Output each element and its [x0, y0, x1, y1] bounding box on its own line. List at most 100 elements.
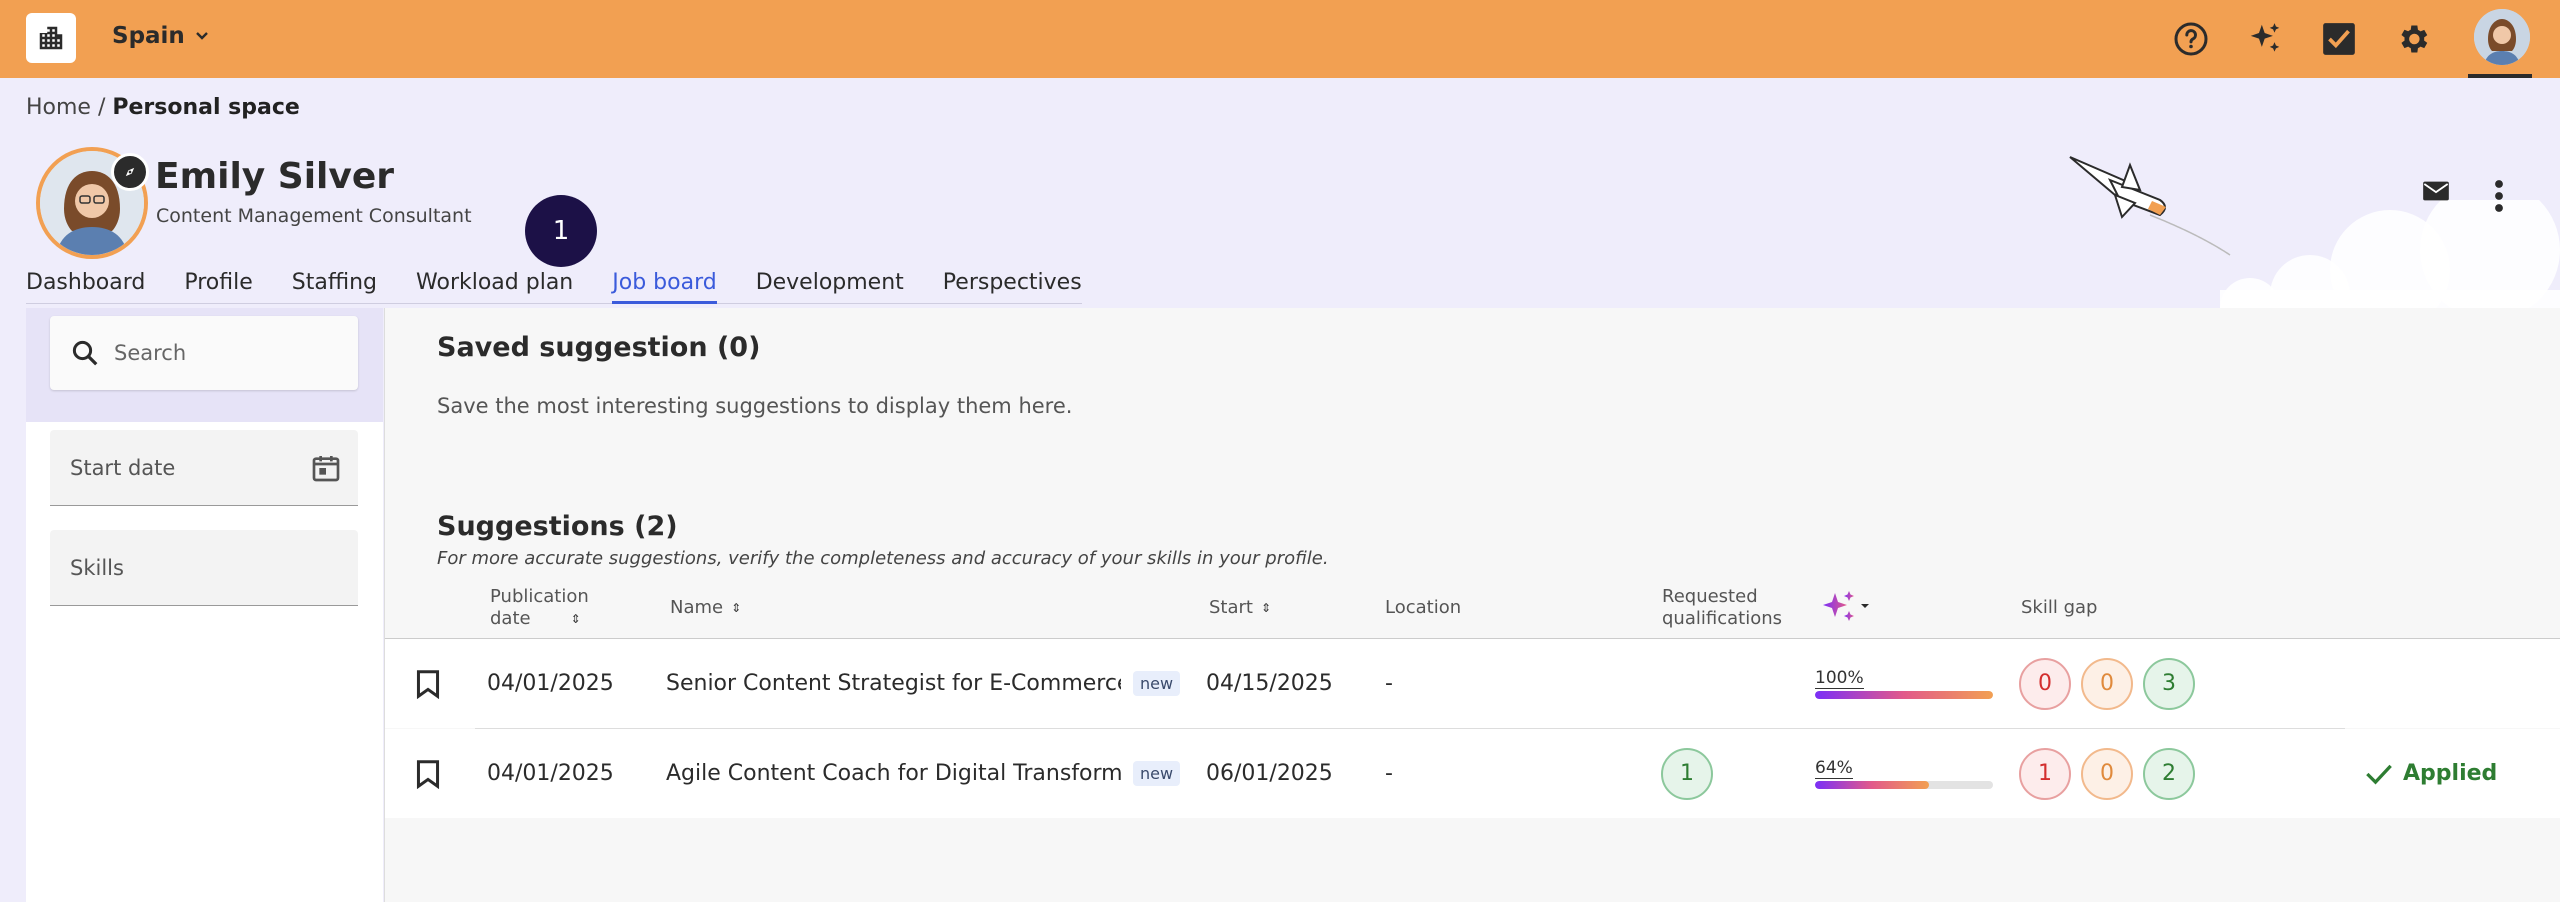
more-options-icon[interactable]	[2492, 178, 2506, 218]
start-date-label: Start date	[70, 455, 176, 480]
suggestions-note: For more accurate suggestions, verify th…	[437, 548, 1329, 569]
requested-qualifications-count[interactable]: 1	[1661, 747, 1713, 800]
top-bar: Spain	[0, 0, 2560, 78]
suggestions-title: Suggestions (2)	[437, 511, 678, 542]
breadcrumb-home[interactable]: Home	[26, 95, 91, 120]
breadcrumb-current: Personal space	[112, 95, 300, 120]
tab-workload-plan[interactable]: Workload plan	[416, 270, 573, 303]
help-icon[interactable]	[2169, 17, 2213, 61]
breadcrumb: Home / Personal space	[26, 95, 300, 120]
chevron-down-icon	[195, 32, 208, 40]
tab-staffing[interactable]: Staffing	[292, 270, 377, 303]
column-label: date	[490, 608, 531, 629]
skill-gap: 1 0 2	[2019, 729, 2195, 818]
person-name: Emily Silver	[155, 156, 395, 197]
match-bar-fill	[1815, 691, 1993, 699]
column-label: Skill gap	[2021, 597, 2098, 618]
applied-status: Applied	[2365, 729, 2497, 818]
skill-gap-matched[interactable]: 2	[2143, 747, 2195, 800]
applied-label: Applied	[2403, 761, 2498, 786]
gear-icon[interactable]	[2391, 17, 2435, 61]
tab-dashboard[interactable]: Dashboard	[26, 270, 145, 303]
job-name[interactable]: Agile Content Coach for Digital Transfor…	[666, 729, 1121, 818]
requested-qualifications: 1	[1661, 729, 1713, 818]
sparkle-match-icon	[1823, 591, 1869, 621]
location: -	[1385, 671, 1393, 696]
tab-profile[interactable]: Profile	[184, 270, 252, 303]
start-date: 06/01/2025	[1206, 761, 1333, 786]
match-score: 64%	[1815, 729, 1993, 818]
location: -	[1385, 761, 1393, 786]
mail-icon[interactable]	[2422, 180, 2450, 206]
skill-gap-partial[interactable]: 0	[2081, 657, 2133, 710]
clouds-illustration	[1930, 151, 2560, 338]
task-check-icon[interactable]	[2317, 17, 2361, 61]
job-board-content: Saved suggestion (0) Save the most inter…	[384, 308, 2560, 902]
match-bar-fill	[1815, 781, 1929, 789]
match-percent: 64%	[1815, 758, 1853, 779]
table-row[interactable]: 04/01/2025 Agile Content Coach for Digit…	[385, 729, 2560, 818]
column-skill-gap: Skill gap	[2021, 597, 2097, 619]
publication-date: 04/01/2025	[487, 671, 614, 696]
user-avatar[interactable]	[2474, 9, 2530, 65]
saved-suggestion-description: Save the most interesting suggestions to…	[437, 394, 1073, 418]
new-badge: new	[1133, 729, 1181, 818]
tab-perspectives[interactable]: Perspectives	[943, 270, 1082, 303]
job-name[interactable]: Senior Content Strategist for E-Commerce…	[666, 639, 1121, 728]
column-label: Publication	[490, 586, 589, 607]
tab-bar: Dashboard Profile Staffing Workload plan…	[26, 270, 1082, 304]
saved-suggestion-title: Saved suggestion (0)	[437, 332, 761, 363]
skill-gap-matched[interactable]: 3	[2143, 657, 2195, 710]
skills-field[interactable]: Skills	[50, 530, 358, 606]
match-percent: 100%	[1815, 668, 1864, 689]
check-icon	[2366, 764, 2392, 785]
search-icon	[72, 340, 98, 366]
new-badge-label: new	[1133, 671, 1181, 696]
notification-badge: 1	[525, 195, 597, 267]
column-label: Requested	[1662, 586, 1758, 607]
avatar-active-indicator	[2468, 74, 2532, 78]
match-score: 100%	[1815, 639, 1993, 728]
start-date-field[interactable]: Start date	[50, 430, 358, 506]
column-match-sort[interactable]	[1819, 587, 1875, 633]
column-label: Name	[670, 597, 724, 618]
breadcrumb-separator: /	[90, 95, 113, 120]
column-publication-date[interactable]: Publication date ⇕	[490, 586, 589, 630]
sparkle-icon[interactable]	[2243, 17, 2287, 61]
column-label: Location	[1385, 597, 1462, 618]
bookmark-icon[interactable]	[415, 639, 441, 728]
start-date: 04/15/2025	[1206, 671, 1333, 696]
filter-panel: Search Start date Skills	[26, 308, 383, 902]
calendar-icon[interactable]	[310, 452, 342, 484]
skill-gap: 0 0 3	[2019, 639, 2195, 728]
column-label: Start	[1209, 597, 1253, 618]
table-row[interactable]: 04/01/2025 Senior Content Strategist for…	[385, 639, 2560, 728]
column-requested-qualifications: Requested qualifications	[1662, 586, 1782, 630]
publication-date: 04/01/2025	[487, 761, 614, 786]
sort-icon: ⇕	[570, 612, 581, 626]
search-placeholder: Search	[114, 341, 187, 365]
column-location: Location	[1385, 597, 1461, 619]
match-bar	[1815, 781, 1993, 789]
buildings-logo-icon[interactable]	[26, 13, 76, 63]
tab-job-board[interactable]: Job board	[612, 270, 718, 304]
new-badge-label: new	[1133, 761, 1181, 786]
search-input[interactable]: Search	[50, 316, 358, 390]
skill-gap-missing[interactable]: 0	[2019, 657, 2071, 710]
bookmark-icon[interactable]	[415, 729, 441, 818]
match-bar	[1815, 691, 1993, 699]
country-label: Spain	[112, 23, 185, 49]
country-selector[interactable]: Spain	[112, 23, 209, 49]
column-name[interactable]: Name ⇕	[670, 597, 741, 619]
sort-icon: ⇕	[1260, 601, 1272, 615]
compass-icon[interactable]	[111, 153, 149, 191]
skills-label: Skills	[70, 555, 124, 580]
skill-gap-missing[interactable]: 1	[2019, 747, 2071, 800]
filter-search-area: Search	[26, 308, 383, 422]
person-role: Content Management Consultant	[156, 205, 472, 227]
column-label: qualifications	[1662, 608, 1782, 629]
tab-development[interactable]: Development	[756, 270, 904, 303]
column-start[interactable]: Start ⇕	[1209, 597, 1271, 619]
new-badge: new	[1133, 639, 1181, 728]
skill-gap-partial[interactable]: 0	[2081, 747, 2133, 800]
